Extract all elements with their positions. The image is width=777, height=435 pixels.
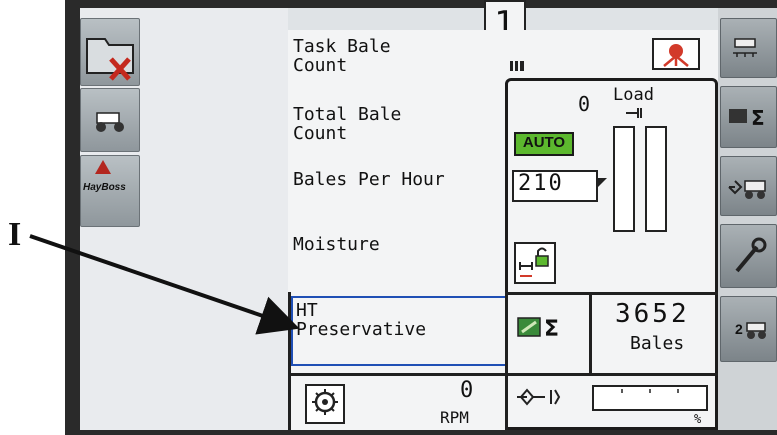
annotation-arrow bbox=[29, 234, 300, 335]
